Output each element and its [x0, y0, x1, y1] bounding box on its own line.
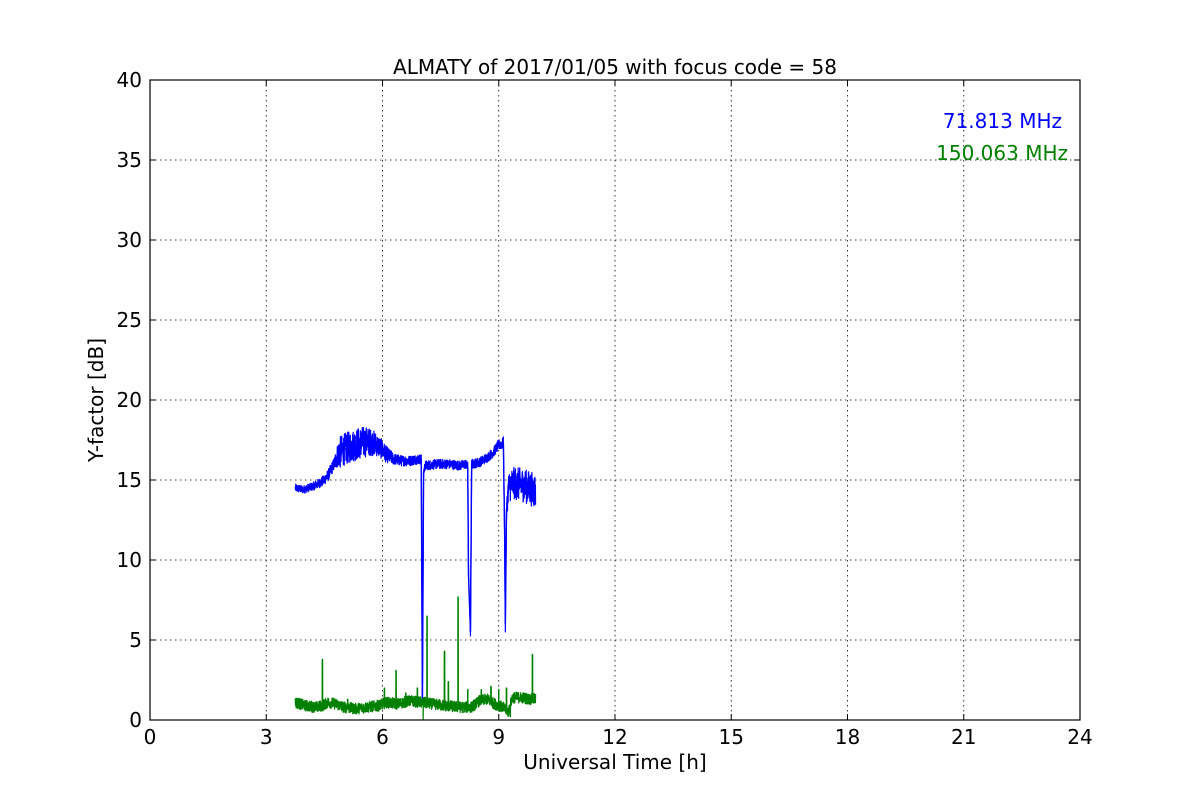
y-tick-label: 25: [117, 308, 142, 332]
y-tick-label: 40: [117, 68, 142, 92]
y-tick-label: 10: [117, 548, 142, 572]
legend-entry-1: 150.063 MHz: [936, 141, 1068, 165]
y-tick-label: 30: [117, 228, 142, 252]
chart: ALMATY of 2017/01/05 with focus code = 5…: [0, 0, 1200, 800]
y-tick-label: 0: [129, 708, 142, 732]
legend-entry-0: 71.813 MHz: [943, 109, 1062, 133]
x-tick-label: 12: [602, 725, 627, 749]
y-tick-label: 15: [117, 468, 142, 492]
x-tick-label: 24: [1067, 725, 1092, 749]
x-tick-label: 21: [951, 725, 976, 749]
x-axis-label: Universal Time [h]: [523, 750, 706, 774]
y-tick-label: 5: [129, 628, 142, 652]
y-axis-label: Y-factor [dB]: [84, 338, 108, 463]
y-tick-label: 35: [117, 148, 142, 172]
x-tick-label: 15: [719, 725, 744, 749]
x-tick-label: 18: [835, 725, 860, 749]
chart-title: ALMATY of 2017/01/05 with focus code = 5…: [393, 55, 837, 79]
x-tick-label: 6: [376, 725, 389, 749]
x-tick-label: 0: [144, 725, 157, 749]
x-tick-label: 9: [492, 725, 505, 749]
x-tick-label: 3: [260, 725, 273, 749]
y-tick-label: 20: [117, 388, 142, 412]
